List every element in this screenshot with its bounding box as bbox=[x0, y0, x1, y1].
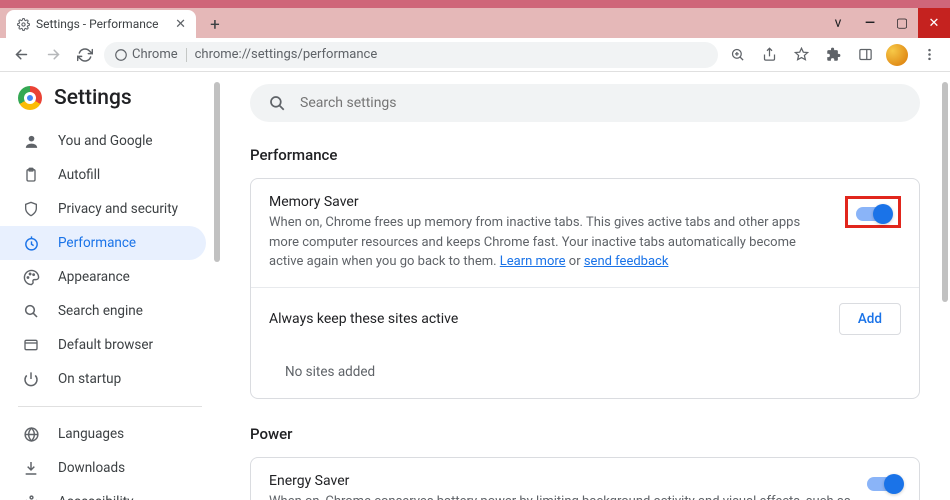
power-card: Energy Saver When on, Chrome conserves b… bbox=[250, 457, 920, 500]
settings-heading: Settings bbox=[54, 86, 132, 110]
power-icon bbox=[22, 371, 40, 387]
sidebar-item-label: Downloads bbox=[58, 460, 125, 476]
profile-avatar[interactable] bbox=[884, 42, 910, 68]
browser-icon bbox=[22, 337, 40, 353]
sidebar-item-accessibility[interactable]: Accessibility bbox=[0, 485, 206, 500]
clipboard-icon bbox=[22, 167, 40, 183]
window-close-button[interactable] bbox=[918, 8, 950, 38]
tab-strip: Settings - Performance ✕ + bbox=[0, 8, 950, 38]
learn-more-link[interactable]: Learn more bbox=[500, 254, 566, 269]
tab-title: Settings - Performance bbox=[36, 17, 169, 31]
sidebar-item-label: Accessibility bbox=[58, 494, 134, 500]
window-titlebar bbox=[0, 0, 950, 8]
window-minimize-button[interactable] bbox=[854, 8, 886, 38]
main-scrollbar[interactable] bbox=[942, 82, 948, 302]
add-site-button[interactable]: Add bbox=[839, 303, 901, 335]
sidebar-item-autofill[interactable]: Autofill bbox=[0, 158, 206, 192]
forward-button[interactable] bbox=[40, 42, 66, 68]
search-icon bbox=[268, 94, 286, 112]
energy-saver-toggle[interactable] bbox=[867, 477, 901, 491]
memory-saver-toggle[interactable] bbox=[856, 207, 890, 221]
window-dropdown-button[interactable] bbox=[822, 8, 854, 38]
sidebar-item-performance[interactable]: Performance bbox=[0, 226, 206, 260]
close-tab-icon[interactable]: ✕ bbox=[175, 17, 186, 32]
download-icon bbox=[22, 460, 40, 476]
browser-toolbar: Chrome chrome://settings/performance bbox=[0, 38, 950, 72]
gear-icon bbox=[16, 17, 30, 31]
settings-sidebar: Settings You and Google Autofill Privacy… bbox=[0, 72, 220, 500]
section-title-performance: Performance bbox=[250, 146, 920, 164]
person-icon bbox=[22, 133, 40, 150]
new-tab-button[interactable]: + bbox=[202, 12, 228, 38]
sidebar-item-search-engine[interactable]: Search engine bbox=[0, 294, 206, 328]
menu-icon[interactable] bbox=[916, 42, 942, 68]
globe-icon bbox=[22, 426, 40, 443]
sidebar-item-label: Appearance bbox=[58, 269, 130, 285]
sidebar-item-you-and-google[interactable]: You and Google bbox=[0, 124, 206, 158]
chrome-logo-icon bbox=[18, 86, 42, 110]
sidebar-item-languages[interactable]: Languages bbox=[0, 417, 206, 451]
sidebar-item-label: You and Google bbox=[58, 133, 153, 149]
palette-icon bbox=[22, 269, 40, 286]
window-maximize-button[interactable] bbox=[886, 8, 918, 38]
site-chip-label: Chrome bbox=[132, 47, 178, 62]
sidebar-item-privacy[interactable]: Privacy and security bbox=[0, 192, 206, 226]
settings-search-input[interactable] bbox=[300, 95, 902, 111]
browser-tab[interactable]: Settings - Performance ✕ bbox=[6, 10, 196, 38]
shield-icon bbox=[22, 201, 40, 217]
section-title-power: Power bbox=[250, 425, 920, 443]
energy-saver-title: Energy Saver bbox=[269, 473, 851, 489]
sidebar-item-downloads[interactable]: Downloads bbox=[0, 451, 206, 485]
sidebar-separator bbox=[18, 406, 202, 407]
sidepanel-icon[interactable] bbox=[852, 42, 878, 68]
back-button[interactable] bbox=[8, 42, 34, 68]
send-feedback-link[interactable]: send feedback bbox=[584, 254, 669, 269]
main-content: Performance Memory Saver When on, Chrome… bbox=[220, 72, 950, 500]
sidebar-item-label: Default browser bbox=[58, 337, 153, 353]
address-bar[interactable]: Chrome chrome://settings/performance bbox=[104, 42, 718, 68]
no-sites-text: No sites added bbox=[251, 350, 919, 398]
sidebar-item-label: Languages bbox=[58, 426, 124, 442]
memory-saver-title: Memory Saver bbox=[269, 194, 829, 210]
site-chip: Chrome bbox=[114, 47, 178, 62]
memory-saver-highlight bbox=[845, 196, 901, 228]
sidebar-item-appearance[interactable]: Appearance bbox=[0, 260, 206, 294]
sidebar-item-label: Privacy and security bbox=[58, 201, 178, 217]
sidebar-item-label: On startup bbox=[58, 371, 121, 387]
energy-saver-desc: When on, Chrome conserves battery power … bbox=[269, 492, 851, 500]
sidebar-item-on-startup[interactable]: On startup bbox=[0, 362, 206, 396]
search-icon bbox=[22, 303, 40, 319]
settings-search[interactable] bbox=[250, 84, 920, 122]
url-text: chrome://settings/performance bbox=[195, 47, 378, 62]
reload-button[interactable] bbox=[72, 42, 98, 68]
accessibility-icon bbox=[22, 494, 40, 500]
sidebar-item-label: Autofill bbox=[58, 167, 100, 183]
performance-icon bbox=[22, 235, 40, 252]
sidebar-item-label: Search engine bbox=[58, 303, 143, 319]
bookmark-icon[interactable] bbox=[788, 42, 814, 68]
share-icon[interactable] bbox=[756, 42, 782, 68]
separator bbox=[186, 48, 187, 62]
sidebar-item-default-browser[interactable]: Default browser bbox=[0, 328, 206, 362]
sidebar-item-label: Performance bbox=[58, 235, 136, 251]
memory-saver-desc: When on, Chrome frees up memory from ina… bbox=[269, 213, 829, 272]
extensions-icon[interactable] bbox=[820, 42, 846, 68]
always-active-title: Always keep these sites active bbox=[269, 311, 823, 327]
performance-card: Memory Saver When on, Chrome frees up me… bbox=[250, 178, 920, 399]
zoom-icon[interactable] bbox=[724, 42, 750, 68]
